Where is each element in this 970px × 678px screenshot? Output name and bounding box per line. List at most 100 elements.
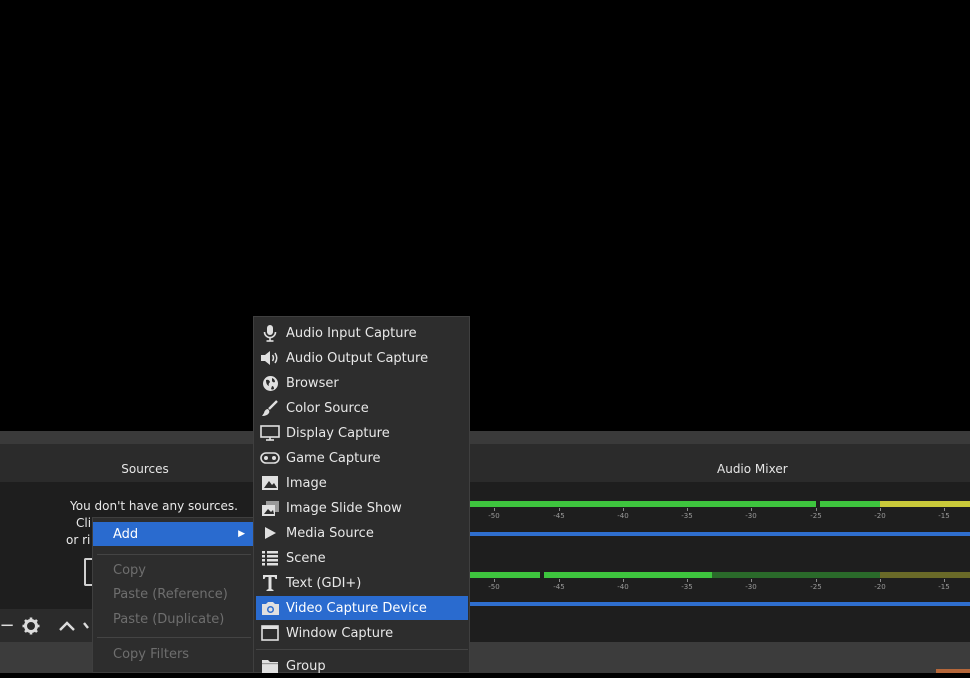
add-audio-input-capture[interactable]: Audio Input Capture — [256, 321, 468, 345]
empty-sources-hint-2: or ri — [66, 533, 91, 547]
add-audio-output-capture[interactable]: Audio Output Capture — [256, 346, 468, 370]
add-window-capture[interactable]: Window Capture — [256, 621, 468, 645]
tick-label: -30 — [745, 512, 757, 520]
add-scene[interactable]: Scene — [256, 546, 468, 570]
audio-meter-2-dark-green — [712, 572, 880, 578]
add-display-capture[interactable]: Display Capture — [256, 421, 468, 445]
chevron-down-icon — [83, 621, 89, 629]
audio-mixer-dock-title: Audio Mixer — [470, 456, 970, 482]
paintbrush-icon — [259, 398, 281, 418]
submenu-item-label: Image Slide Show — [286, 500, 402, 516]
list-icon — [259, 548, 281, 568]
microphone-icon — [259, 323, 281, 343]
tick-label: -40 — [617, 583, 629, 591]
program-preview[interactable] — [0, 0, 970, 431]
submenu-item-label: Game Capture — [286, 450, 381, 466]
submenu-item-label: Media Source — [286, 525, 374, 541]
audio-meter-1-yellow — [880, 501, 970, 507]
text-icon — [259, 573, 281, 593]
audio-meter-1-green-2 — [820, 501, 880, 507]
menu-item-paste-duplicate[interactable]: Paste (Duplicate) — [93, 607, 253, 631]
source-properties-button[interactable] — [18, 613, 44, 639]
menu-item-paste-reference[interactable]: Paste (Reference) — [93, 582, 253, 606]
audio-meter-2-dark-yellow — [880, 572, 970, 578]
menu-item-copy-filters[interactable]: Copy Filters — [93, 642, 253, 666]
audio-meter-1-green — [470, 501, 818, 507]
menu-item-copy[interactable]: Copy — [93, 558, 253, 582]
audio-mixer-title: Audio Mixer — [717, 462, 788, 476]
menu-item-paste-duplicate-label: Paste (Duplicate) — [113, 611, 225, 627]
folder-icon — [259, 656, 281, 676]
speaker-icon — [259, 348, 281, 368]
tick-label: -35 — [681, 512, 693, 520]
tick-label: -45 — [553, 583, 565, 591]
tick-label: -20 — [874, 512, 886, 520]
add-source-submenu: Audio Input Capture Audio Output Capture… — [253, 316, 470, 674]
submenu-item-label: Audio Input Capture — [286, 325, 417, 341]
status-accent — [936, 669, 970, 673]
play-icon — [259, 523, 281, 543]
tick-label: -45 — [553, 512, 565, 520]
dock-area — [0, 444, 970, 456]
tick-label: -40 — [617, 512, 629, 520]
submenu-separator — [256, 649, 468, 650]
tick-label: -25 — [810, 583, 822, 591]
submenu-item-label: Video Capture Device — [286, 600, 427, 616]
add-media-source[interactable]: Media Source — [256, 521, 468, 545]
submenu-item-label: Audio Output Capture — [286, 350, 429, 366]
submenu-item-label: Group — [286, 658, 326, 674]
menu-item-copy-filters-label: Copy Filters — [113, 646, 190, 662]
camera-icon — [259, 598, 281, 618]
menu-item-add[interactable]: Add ▶ — [93, 522, 253, 546]
tick-label: -25 — [810, 512, 822, 520]
add-browser[interactable]: Browser — [256, 371, 468, 395]
add-video-capture-device[interactable]: Video Capture Device — [256, 596, 468, 620]
tick-label: -15 — [938, 512, 950, 520]
submenu-item-label: Image — [286, 475, 327, 491]
dock-splitter[interactable] — [0, 431, 970, 444]
volume-slider-2[interactable] — [470, 602, 970, 606]
tick-label: -50 — [488, 583, 500, 591]
submenu-item-label: Window Capture — [286, 625, 394, 641]
minus-icon: − — [0, 615, 15, 636]
add-image[interactable]: Image — [256, 471, 468, 495]
submenu-item-label: Color Source — [286, 400, 369, 416]
sources-context-menu: Add ▶ Copy Paste (Reference) Paste (Dupl… — [92, 517, 254, 673]
globe-icon — [259, 373, 281, 393]
window-icon — [259, 623, 281, 643]
submenu-arrow-icon: ▶ — [238, 529, 245, 539]
submenu-item-label: Display Capture — [286, 425, 390, 441]
volume-slider-1[interactable] — [470, 532, 970, 536]
add-color-source[interactable]: Color Source — [256, 396, 468, 420]
sources-dock-title: Sources — [0, 456, 290, 482]
chevron-up-icon — [59, 620, 75, 631]
audio-meter-1-scale: -50 -45 -40 -35 -30 -25 -20 -15 — [470, 508, 970, 526]
menu-item-paste-reference-label: Paste (Reference) — [113, 586, 228, 602]
tick-label: -35 — [681, 583, 693, 591]
add-game-capture[interactable]: Game Capture — [256, 446, 468, 470]
tick-label: -30 — [745, 583, 757, 591]
audio-mixer-panel: -50 -45 -40 -35 -30 -25 -20 -15 -50 -45 … — [470, 482, 970, 642]
add-group[interactable]: Group — [256, 654, 468, 678]
image-icon — [259, 473, 281, 493]
remove-source-button[interactable]: − — [0, 613, 15, 639]
sources-title: Sources — [121, 462, 169, 476]
move-source-up-button[interactable] — [54, 613, 80, 639]
audio-meter-2-green — [470, 572, 540, 578]
menu-separator — [97, 637, 251, 638]
slideshow-icon — [259, 498, 281, 518]
menu-separator — [97, 554, 251, 555]
audio-meter-2-scale: -50 -45 -40 -35 -30 -25 -20 -15 — [470, 579, 970, 597]
empty-sources-hint-1: Cli — [76, 516, 92, 530]
add-image-slide-show[interactable]: Image Slide Show — [256, 496, 468, 520]
gamepad-icon — [259, 448, 281, 468]
submenu-item-label: Browser — [286, 375, 339, 391]
gear-icon — [22, 617, 40, 634]
tick-label: -15 — [938, 583, 950, 591]
empty-sources-text: You don't have any sources. — [70, 499, 238, 513]
submenu-item-label: Scene — [286, 550, 326, 566]
audio-meter-2-green-2 — [544, 572, 712, 578]
menu-item-add-label: Add — [113, 526, 139, 542]
tick-label: -50 — [488, 512, 500, 520]
add-text-gdi[interactable]: Text (GDI+) — [256, 571, 468, 595]
